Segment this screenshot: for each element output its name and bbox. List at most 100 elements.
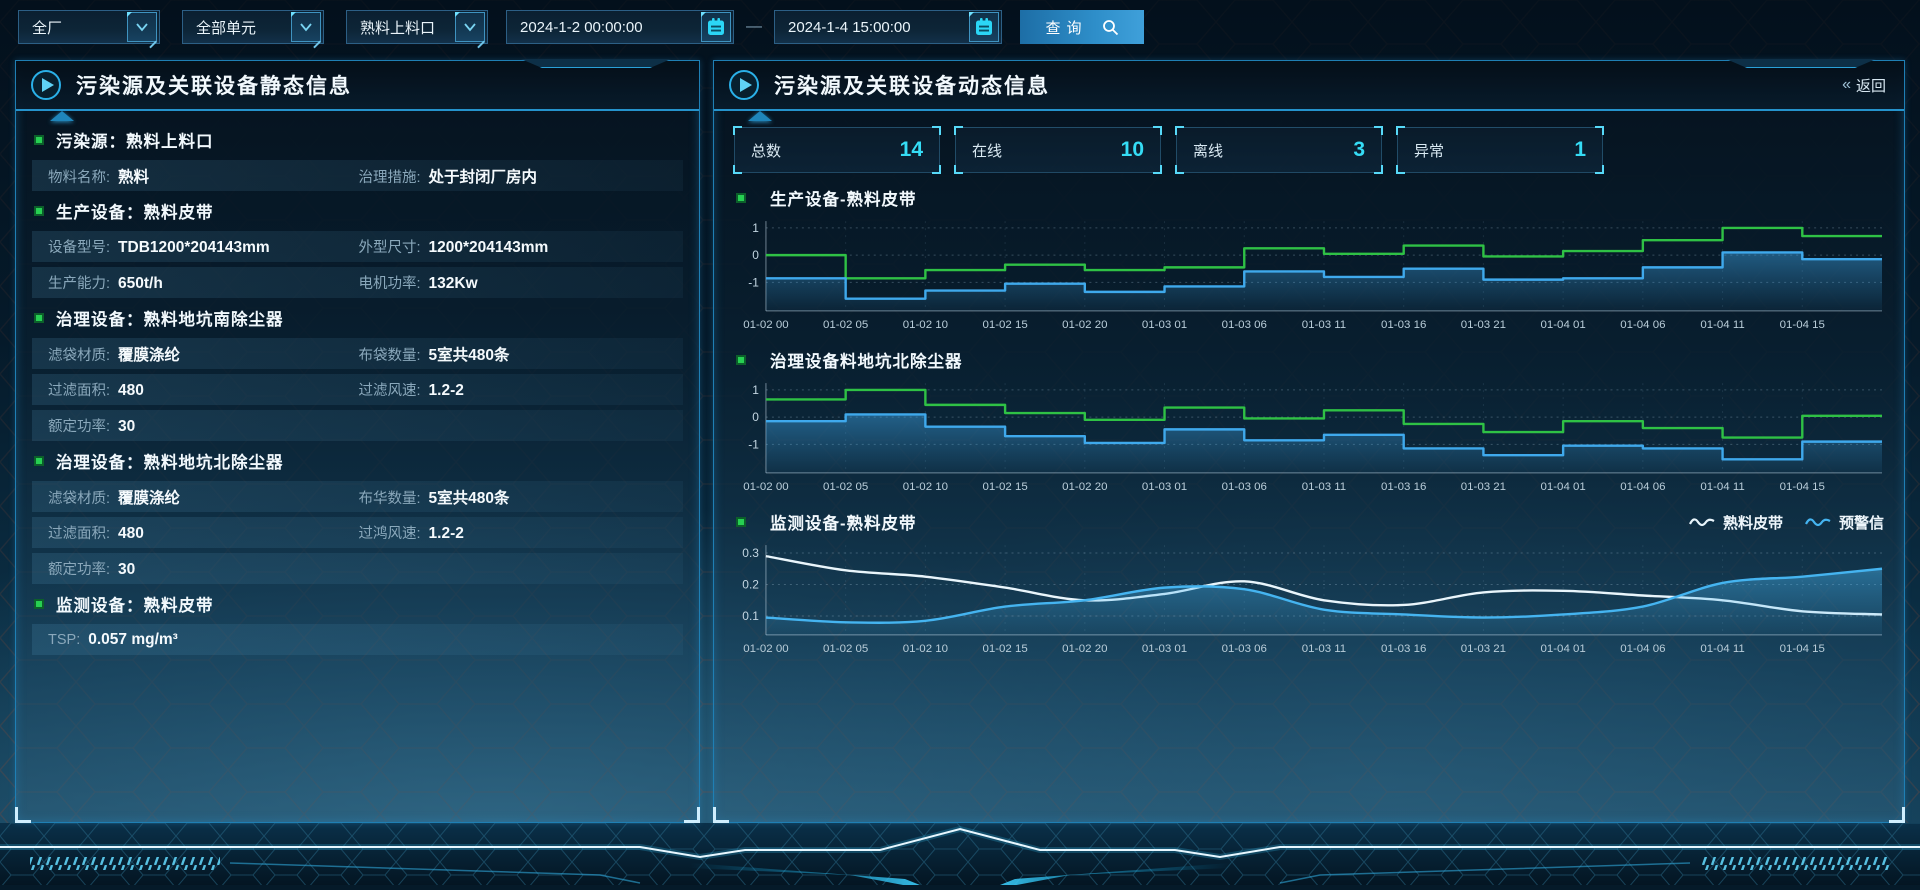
calendar-icon[interactable] [701,12,731,42]
info-label: 物料名称: [48,166,110,187]
info-value: 480 [118,525,144,543]
corner-accent [1175,165,1184,174]
main-panels: 污染源及关联设备静态信息 污染源：熟料上料口物料名称:熟料治理措施:处于封闭厂房… [15,60,1905,823]
corner-accent [127,12,132,17]
info-cell: 过滤面积:480 [48,379,359,400]
header-chevron-decoration [50,111,74,121]
panel-title: 污染源及关联设备动态信息 [774,70,1842,100]
info-cell: 外型尺寸:1200*204143mm [359,236,670,257]
info-label: 额定功率: [48,558,110,579]
info-label: 过滤风速: [359,379,421,400]
svg-text:1: 1 [752,383,759,397]
stat-value: 10 [1121,138,1144,162]
svg-text:01-04 01: 01-04 01 [1540,481,1585,493]
corner-accent [1595,165,1604,174]
info-value: 覆膜涤纶 [118,486,180,508]
svg-text:01-04 06: 01-04 06 [1620,643,1665,655]
chart-canvas[interactable]: 0.30.20.101-02 0001-02 0501-02 1001-02 1… [730,537,1888,659]
chevron-down-icon[interactable] [127,12,157,42]
info-cell: 过鸿风速:1.2-2 [359,522,670,543]
info-label: 额定功率: [48,415,110,436]
info-row: 设备型号:TDB1200*204143mm外型尺寸:1200*204143mm [32,231,683,262]
corner-accent [291,12,296,17]
svg-text:0.2: 0.2 [742,577,759,591]
info-label: 电机功率: [359,272,421,293]
section-header: 监测设备：熟料皮带 [34,589,683,619]
plant-select[interactable]: 全厂 [18,10,160,44]
info-row: 生产能力:650t/h电机功率:132Kw [32,267,683,298]
corner-accent [1374,126,1383,135]
svg-text:01-03 16: 01-03 16 [1381,319,1426,331]
legend-label: 预警信 [1839,512,1884,533]
svg-text:01-04 06: 01-04 06 [1620,319,1665,331]
info-row: 额定功率: 30 [32,553,683,584]
info-value: 0.057 mg/m³ [88,631,178,649]
corner-accent [1396,165,1405,174]
corner-accent [969,12,974,17]
squiggle-line-icon [1805,516,1831,528]
stat-value: 3 [1353,138,1365,162]
chart-canvas[interactable]: 10-101-02 0001-02 0501-02 1001-02 1501-0… [730,213,1888,335]
dashboard-root: 全厂 全部单元 熟料上料口 2024-1-2 00: [0,0,1920,890]
start-datetime-value: 2024-1-2 00:00:00 [520,19,643,36]
back-button-label: 返回 [1856,75,1886,96]
info-value: 处于封闭厂房内 [429,165,538,187]
section-header-label: 治理设备：熟料地坑南除尘器 [56,306,284,330]
back-chevrons-icon: « [1842,76,1849,94]
chevron-down-icon[interactable] [455,12,485,42]
stat-label: 异常 [1414,140,1444,161]
info-cell: 布袋数量:5室共480条 [359,343,670,365]
svg-text:01-04 15: 01-04 15 [1780,481,1825,493]
corner-accent [954,165,963,174]
date-range-separator: — [746,18,762,36]
svg-text:01-03 06: 01-03 06 [1222,643,1267,655]
legend-item[interactable]: 预警信 [1805,512,1884,533]
corner-accent [733,165,742,174]
info-cell: 布华数量:5室共480条 [359,486,670,508]
static-info-panel: 污染源及关联设备静态信息 污染源：熟料上料口物料名称:熟料治理措施:处于封闭厂房… [15,60,700,823]
header-chevron-decoration [748,111,772,121]
svg-text:01-03 01: 01-03 01 [1142,643,1187,655]
corner-accent [701,12,706,17]
query-button[interactable]: 查询 [1020,10,1144,44]
pollution-source-select-value: 熟料上料口 [360,17,455,38]
section-header: 污染源：熟料上料口 [34,125,683,155]
chart-canvas[interactable]: 10-101-02 0001-02 0501-02 1001-02 1501-0… [730,375,1888,497]
chevron-down-icon[interactable] [291,12,321,42]
corner-accent [15,807,31,823]
chart-title-row: 监测设备-熟料皮带熟料皮带预警信 [736,509,1884,535]
start-datetime-input[interactable]: 2024-1-2 00:00:00 [506,10,734,44]
info-label: 滤袋材质: [48,344,110,365]
svg-text:01-03 06: 01-03 06 [1222,481,1267,493]
info-label: 过鸿风速: [359,522,421,543]
info-value: 30 [118,418,135,436]
dynamic-info-header: 污染源及关联设备动态信息 « 返回 [714,61,1904,111]
end-datetime-input[interactable]: 2024-1-4 15:00:00 [774,10,1002,44]
green-square-icon [34,599,44,609]
svg-text:01-02 20: 01-02 20 [1062,319,1107,331]
info-cell: 滤袋材质:覆膜涤纶 [48,343,359,365]
pollution-source-select[interactable]: 熟料上料口 [346,10,488,44]
corner-accent [1374,165,1383,174]
stat-offline: 离线 3 [1176,127,1382,173]
svg-text:01-04 11: 01-04 11 [1700,319,1744,331]
legend-item[interactable]: 熟料皮带 [1689,512,1783,533]
svg-text:01-03 01: 01-03 01 [1142,319,1187,331]
svg-text:0.1: 0.1 [742,609,759,623]
svg-text:01-02 15: 01-02 15 [982,319,1027,331]
static-info-header: 污染源及关联设备静态信息 [16,61,699,111]
calendar-icon[interactable] [969,12,999,42]
info-cell: 电机功率:132Kw [359,272,670,293]
info-value: 30 [118,561,135,579]
corner-accent [733,126,742,135]
stat-value: 14 [900,138,923,162]
svg-text:01-02 00: 01-02 00 [743,643,788,655]
info-row: 滤袋材质:覆膜涤纶布袋数量:5室共480条 [32,338,683,369]
info-row: 滤袋材质:覆膜涤纶布华数量:5室共480条 [32,481,683,512]
unit-select[interactable]: 全部单元 [182,10,324,44]
query-button-label: 查询 [1045,17,1087,38]
info-label: 设备型号: [48,236,110,257]
svg-text:01-04 15: 01-04 15 [1780,643,1825,655]
corner-accent [1153,165,1162,174]
back-button[interactable]: « 返回 [1842,75,1886,96]
